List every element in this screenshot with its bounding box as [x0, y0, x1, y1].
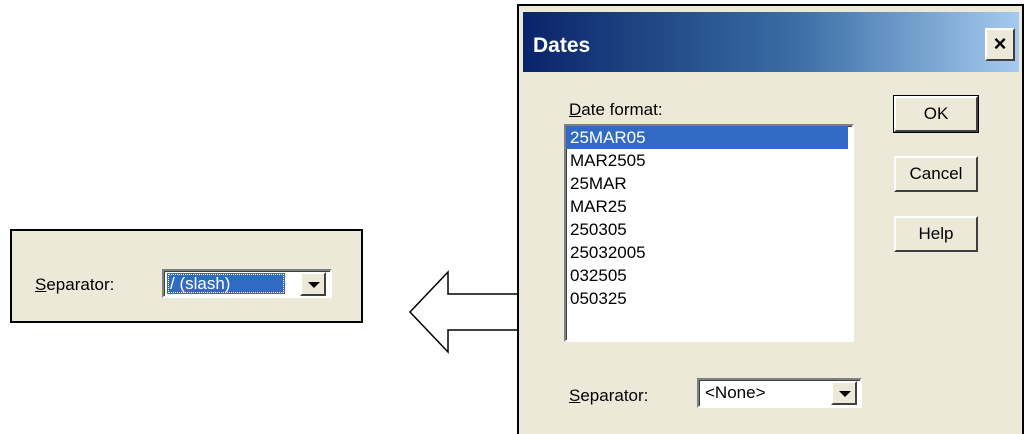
- screenshot-stage: Separator: / (slash) Dates × Date format…: [0, 0, 1028, 434]
- ok-button[interactable]: OK: [893, 95, 979, 133]
- separator-label: Separator:: [569, 386, 649, 405]
- chevron-down-icon: [839, 391, 851, 397]
- list-item[interactable]: 25032005: [566, 241, 852, 264]
- help-button[interactable]: Help: [894, 216, 978, 252]
- list-item[interactable]: 25MAR05: [566, 126, 848, 149]
- separator-selected-value: / (slash): [167, 273, 285, 294]
- dialog-title: Dates: [533, 34, 591, 57]
- separator-select-slash[interactable]: / (slash): [162, 269, 332, 298]
- list-item[interactable]: MAR2505: [566, 149, 852, 172]
- list-item[interactable]: MAR25: [566, 195, 852, 218]
- separator-callout-panel: Separator: / (slash): [10, 229, 363, 323]
- list-item[interactable]: 25MAR: [566, 172, 852, 195]
- close-button[interactable]: ×: [985, 28, 1015, 61]
- dates-dialog: Dates × Date format: 25MAR05 MAR2505 25M…: [517, 4, 1024, 434]
- list-item[interactable]: 032505: [566, 264, 852, 287]
- separator-select[interactable]: <None>: [697, 378, 862, 408]
- chevron-down-icon: [308, 282, 320, 288]
- list-item[interactable]: 250305: [566, 218, 852, 241]
- date-format-listbox[interactable]: 25MAR05 MAR2505 25MAR MAR25 250305 25032…: [564, 124, 854, 342]
- separator-dropdown-button[interactable]: [831, 381, 857, 405]
- list-item[interactable]: 050325: [566, 287, 852, 310]
- separator-label: Separator:: [35, 275, 115, 294]
- date-format-label: Date format:: [569, 100, 663, 119]
- dialog-titlebar[interactable]: Dates ×: [523, 12, 1019, 72]
- close-icon: ×: [993, 31, 1007, 56]
- separator-selected-value: <None>: [705, 383, 766, 402]
- separator-dropdown-button[interactable]: [300, 272, 326, 296]
- cancel-button[interactable]: Cancel: [894, 156, 978, 192]
